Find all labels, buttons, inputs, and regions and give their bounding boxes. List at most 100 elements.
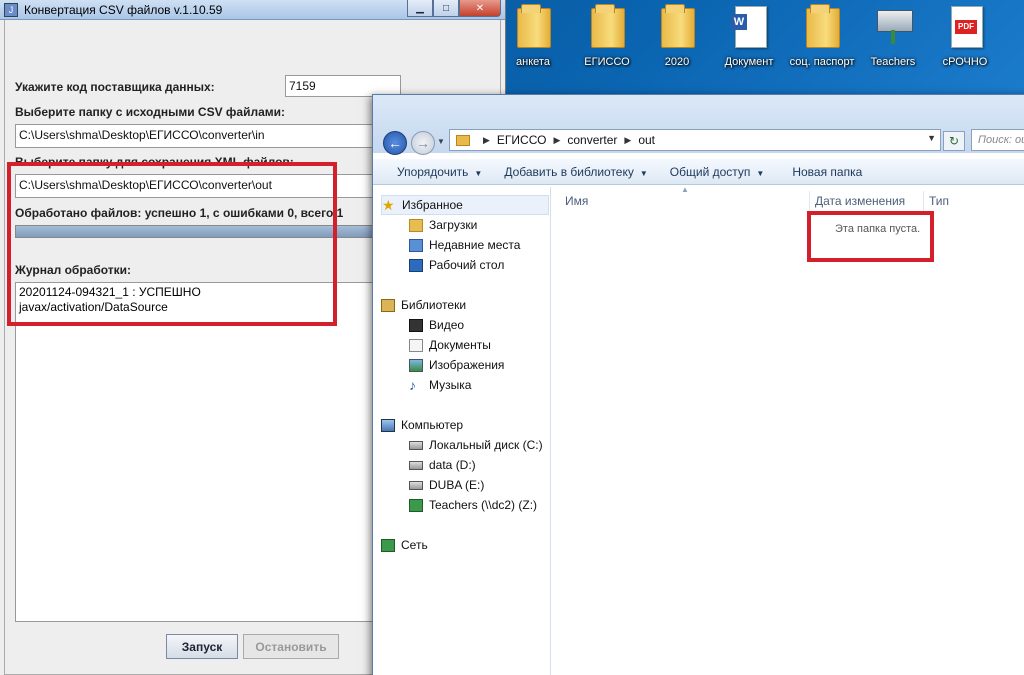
log-line: javax/activation/DataSource	[19, 300, 168, 314]
output-folder-input[interactable]: C:\Users\shma\Desktop\ЕГИССО\converter\o…	[15, 174, 377, 198]
search-input[interactable]: Поиск: out	[971, 129, 1024, 151]
source-folder-input[interactable]: C:\Users\shma\Desktop\ЕГИССО\converter\i…	[15, 124, 377, 148]
word-document-icon	[729, 2, 769, 48]
libraries-icon	[381, 298, 395, 312]
nav-label: Компьютер	[401, 418, 464, 432]
nav-desktop[interactable]: Рабочий стол	[409, 255, 504, 275]
desktop-icon-document[interactable]: Документ	[714, 2, 784, 72]
downloads-folder-icon	[409, 218, 423, 232]
nav-videos[interactable]: Видео	[409, 315, 464, 335]
nav-recent-places[interactable]: Недавние места	[409, 235, 520, 255]
nav-network[interactable]: Сеть	[381, 535, 428, 555]
star-icon: ★	[382, 196, 395, 213]
chevron-right-icon[interactable]: ▶	[553, 135, 560, 146]
nav-downloads[interactable]: Загрузки	[409, 215, 477, 235]
chevron-down-icon[interactable]: ▼	[927, 133, 936, 143]
nav-drive-e[interactable]: DUBA (E:)	[409, 475, 484, 495]
explorer-toolbar: Упорядочить ▼ Добавить в библиотеку ▼ Общи…	[373, 159, 1024, 185]
desktop-icon-2020[interactable]: 2020	[642, 2, 712, 72]
window-title: Конвертация CSV файлов v.1.10.59	[24, 2, 223, 17]
nav-label: Teachers (\\dc2) (Z:)	[429, 498, 538, 512]
recent-places-icon	[409, 238, 423, 252]
stop-button[interactable]: Остановить	[243, 634, 339, 659]
nav-music[interactable]: ♪ Музыка	[409, 375, 471, 395]
desktop-icon-label: Teachers	[870, 56, 916, 68]
history-dropdown-icon[interactable]: ▼	[437, 137, 445, 146]
nav-label: Видео	[429, 318, 465, 332]
nav-documents[interactable]: Документы	[409, 335, 491, 355]
nav-favorites[interactable]: ★ Избранное	[381, 195, 549, 215]
nav-label: Изображения	[429, 358, 505, 372]
folder-icon	[587, 2, 627, 48]
desktop-icon-label: анкета	[516, 56, 550, 68]
pdf-icon	[945, 2, 985, 48]
organize-menu[interactable]: Упорядочить ▼	[373, 165, 494, 179]
desktop-icon-egisso[interactable]: ЕГИССО	[572, 2, 642, 72]
column-divider[interactable]	[809, 191, 810, 211]
chevron-down-icon: ▼	[756, 168, 765, 178]
chevron-right-icon[interactable]: ▶	[483, 135, 490, 146]
network-drive-icon	[873, 2, 913, 48]
refresh-icon[interactable]: ↻	[943, 131, 965, 151]
log-textarea[interactable]: 20201124-094321_1 : УСПЕШНО javax/activa…	[15, 282, 377, 622]
pictures-icon	[409, 358, 423, 372]
local-disk-icon	[409, 440, 423, 450]
desktop-icon-label: соц. паспорт	[789, 56, 855, 68]
desktop-icon-urgent[interactable]: сРОЧНО	[930, 2, 1000, 72]
log-label: Журнал обработки:	[15, 263, 132, 277]
folder-icon	[456, 134, 470, 146]
chevron-down-icon: ▼	[474, 168, 483, 178]
network-drive-icon	[409, 498, 423, 512]
nav-label: Рабочий стол	[429, 258, 505, 272]
nav-label: Недавние места	[429, 238, 521, 252]
nav-label: Загрузки	[429, 218, 478, 232]
chevron-right-icon[interactable]: ▶	[624, 135, 631, 146]
converter-title-bar[interactable]: J Конвертация CSV файлов v.1.10.59 ▁ □ ✕	[0, 0, 505, 20]
desktop-icon-label: ЕГИССО	[584, 56, 630, 68]
nav-drive-z[interactable]: Teachers (\\dc2) (Z:)	[409, 495, 537, 515]
breadcrumb-item[interactable]: ЕГИССО	[497, 133, 547, 147]
explorer-address-area: ← → ▼ ▶ ЕГИССО ▶ converter ▶ out ▼ ↻ Пои…	[373, 95, 1024, 155]
desktop-icon-anketa[interactable]: анкета	[498, 2, 568, 72]
back-arrow-icon[interactable]: ←	[383, 131, 407, 155]
column-header-date[interactable]: Дата изменения	[815, 191, 905, 211]
folder-icon	[657, 2, 697, 48]
close-button[interactable]: ✕	[459, 0, 501, 17]
log-line: 20201124-094321_1 : УСПЕШНО	[19, 285, 201, 299]
forward-arrow-icon[interactable]: →	[411, 131, 435, 155]
minimize-button[interactable]: ▁	[407, 0, 433, 17]
add-to-library-menu[interactable]: Добавить в библиотеку ▼	[494, 165, 659, 179]
desktop-icon-teachers[interactable]: Teachers	[858, 2, 928, 72]
output-folder-label: Выберите папку для сохранения XML файлов…	[15, 155, 294, 169]
nav-libraries[interactable]: Библиотеки	[381, 295, 466, 315]
share-menu[interactable]: Общий доступ ▼	[660, 165, 777, 179]
desktop-icon-label: Документ	[724, 56, 774, 68]
nav-label: Музыка	[429, 378, 472, 392]
nav-pictures[interactable]: Изображения	[409, 355, 504, 375]
desktop-icon	[409, 258, 423, 272]
toolbar-label: Добавить в библиотеку	[504, 164, 634, 179]
computer-icon	[381, 418, 395, 432]
column-header-type[interactable]: Тип	[929, 191, 949, 211]
nav-computer[interactable]: Компьютер	[381, 415, 463, 435]
maximize-button[interactable]: □	[433, 0, 459, 17]
desktop-icon-soc-passport[interactable]: соц. паспорт	[787, 2, 857, 72]
breadcrumb-item[interactable]: converter	[567, 133, 617, 147]
nav-label: DUBA (E:)	[429, 478, 485, 492]
source-folder-label: Выберите папку с исходными CSV файлами:	[15, 105, 286, 119]
nav-drive-d[interactable]: data (D:)	[409, 455, 476, 475]
network-icon	[381, 538, 395, 552]
breadcrumb-item[interactable]: out	[638, 133, 655, 147]
empty-folder-message: Эта папка пуста.	[835, 223, 921, 235]
nav-drive-c[interactable]: Локальный диск (C:)	[409, 435, 543, 455]
column-header-name[interactable]: Имя	[565, 191, 588, 211]
nav-label: Сеть	[401, 538, 428, 552]
folder-icon	[513, 2, 553, 48]
start-button[interactable]: Запуск	[166, 634, 238, 659]
address-bar[interactable]: ▶ ЕГИССО ▶ converter ▶ out ▼	[449, 129, 941, 151]
new-folder-button[interactable]: Новая папка	[776, 165, 874, 179]
chevron-down-icon: ▼	[639, 168, 648, 178]
window-controls: ▁ □ ✕	[407, 0, 501, 17]
column-divider[interactable]	[923, 191, 924, 211]
desktop-icon-label: 2020	[664, 56, 690, 68]
